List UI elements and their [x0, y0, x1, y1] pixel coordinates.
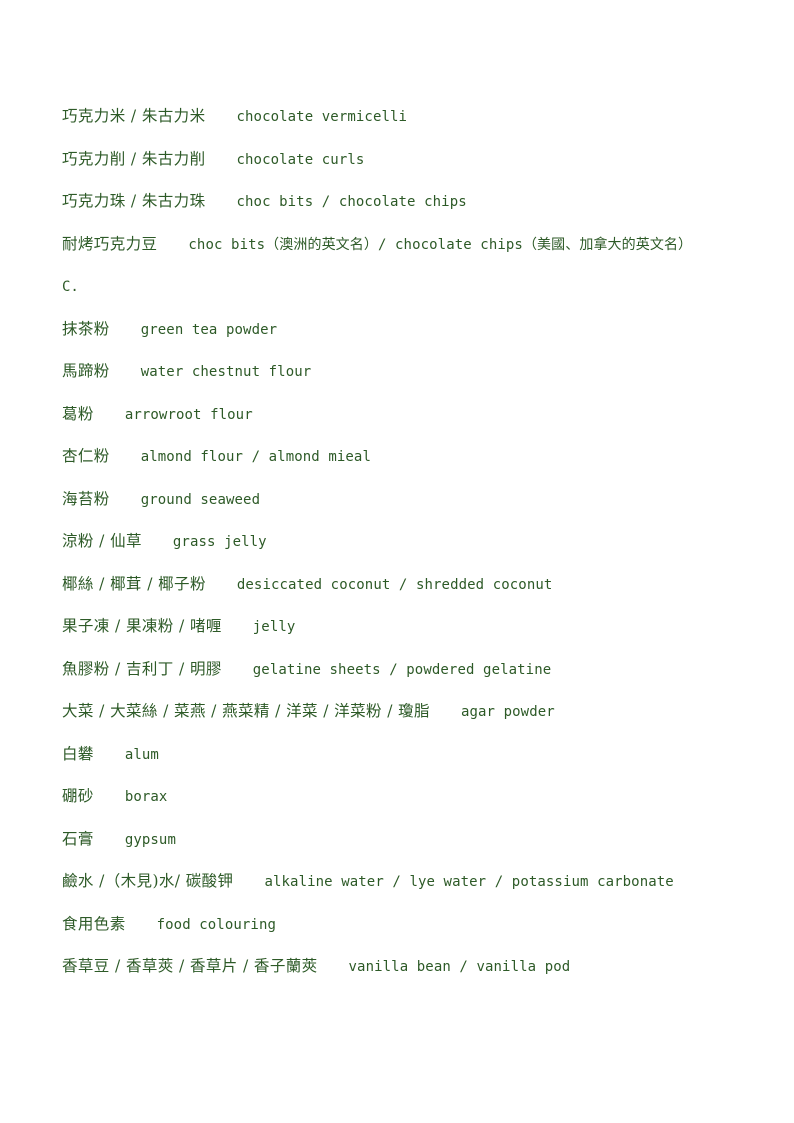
entry-gloss: gypsum [124, 831, 176, 848]
glossary-entry: 椰絲 / 椰茸 / 椰子粉 desiccated coconut / shred… [62, 564, 752, 607]
glossary-entry: 海苔粉 ground seaweed [62, 479, 752, 522]
glossary-entry: 杏仁粉 almond flour / almond mieal [62, 436, 752, 479]
entry-gloss: borax [124, 789, 168, 805]
entry-term: 巧克力削 / 朱古力削 [62, 149, 206, 168]
glossary-entry: 巧克力削 / 朱古力削 chocolate curls [62, 139, 752, 182]
entry-term: 杏仁粉 [62, 447, 110, 465]
column-gap [205, 96, 236, 138]
entry-gloss: almond flour / almond mieal [140, 449, 371, 465]
entry-term: 硼砂 [62, 787, 94, 805]
entry-gloss: alkaline water / lye water / potassium c… [264, 874, 674, 890]
entry-gloss: ground seaweed [140, 491, 261, 508]
column-gap [206, 564, 237, 606]
column-gap [94, 734, 125, 776]
entry-term: 香草豆 / 香草莢 / 香草片 / 香子蘭莢 [62, 957, 318, 975]
entry-gloss: water chestnut flour [140, 364, 312, 380]
column-gap [94, 394, 125, 436]
entry-gloss: grass jelly [172, 534, 267, 550]
column-gap [222, 606, 253, 648]
glossary-entry: 果子凍 / 果凍粉 / 啫喱 jelly [62, 606, 752, 649]
entry-gloss: arrowroot flour [124, 406, 253, 423]
entry-gloss: alum [124, 746, 159, 763]
entry-term: C. [62, 279, 79, 295]
entry-term: 果子凍 / 果凍粉 / 啫喱 [62, 617, 222, 635]
glossary-entry: 巧克力米 / 朱古力米 chocolate vermicelli [62, 96, 752, 139]
glossary-entry: 石膏 gypsum [62, 819, 752, 862]
entry-term: 白礬 [62, 744, 94, 763]
glossary-entry: 香草豆 / 香草莢 / 香草片 / 香子蘭莢 vanilla bean / va… [62, 946, 752, 989]
entry-gloss: food colouring [156, 916, 277, 933]
section-marker: C. [62, 266, 752, 309]
glossary-entry: 葛粉 arrowroot flour [62, 394, 752, 437]
glossary-entry: 硼砂 borax [62, 776, 752, 819]
entry-term: 大菜 / 大菜絲 / 菜燕 / 燕菜精 / 洋菜 / 洋菜粉 / 瓊脂 [62, 702, 430, 720]
entry-gloss: desiccated coconut / shredded coconut [236, 576, 553, 593]
glossary-entry: 大菜 / 大菜絲 / 菜燕 / 燕菜精 / 洋菜 / 洋菜粉 / 瓊脂 agar… [62, 691, 752, 734]
entry-term: 葛粉 [62, 404, 94, 423]
entry-gloss: jelly [252, 619, 296, 635]
entry-term: 耐烤巧克力豆 [62, 234, 158, 253]
entry-term: 石膏 [62, 829, 94, 848]
column-gap [94, 776, 125, 818]
entry-term: 巧克力珠 / 朱古力珠 [62, 192, 206, 210]
glossary-entry: 鹼水 /（木見)水/ 碳酸钾 alkaline water / lye wate… [62, 861, 752, 904]
column-gap [142, 521, 173, 563]
document-page: 巧克力米 / 朱古力米 chocolate vermicelli 巧克力削 / 朱… [0, 0, 794, 1123]
entry-gloss: agar powder [460, 704, 555, 720]
glossary-entry: 白礬 alum [62, 734, 752, 777]
entry-term: 椰絲 / 椰茸 / 椰子粉 [62, 574, 206, 593]
glossary-entry: 抹茶粉 green tea powder [62, 309, 752, 352]
entry-term: 抹茶粉 [62, 319, 110, 338]
glossary-entry: 巧克力珠 / 朱古力珠 choc bits / chocolate chips [62, 181, 752, 224]
column-gap [110, 436, 141, 478]
entry-gloss: choc bits / chocolate chips [236, 194, 467, 210]
glossary-entry: 食用色素 food colouring [62, 904, 752, 947]
entry-term: 巧克力米 / 朱古力米 [62, 107, 206, 125]
entry-gloss: chocolate curls [236, 151, 365, 168]
column-gap [318, 946, 349, 988]
entry-gloss: choc bits（澳洲的英文名）/ chocolate chips（美國、加拿… [188, 236, 693, 253]
entry-gloss: gelatine sheets / powdered gelatine [252, 661, 552, 678]
entry-gloss: green tea powder [140, 321, 278, 338]
column-gap [157, 224, 188, 266]
entry-term: 海苔粉 [62, 489, 110, 508]
glossary-entry: 涼粉 / 仙草 grass jelly [62, 521, 752, 564]
glossary-entry: 耐烤巧克力豆 choc bits（澳洲的英文名）/ chocolate chip… [62, 224, 752, 267]
entry-term: 鹼水 /（木見)水/ 碳酸钾 [62, 872, 234, 890]
entry-gloss: chocolate vermicelli [236, 109, 408, 125]
glossary-entry: 魚膠粉 / 吉利丁 / 明膠 gelatine sheets / powdere… [62, 649, 752, 692]
column-gap [94, 819, 125, 861]
column-gap [222, 649, 253, 691]
entry-term: 馬蹄粉 [62, 362, 110, 380]
column-gap [430, 691, 461, 733]
entry-term: 涼粉 / 仙草 [62, 532, 142, 550]
column-gap [110, 479, 141, 521]
entry-gloss: vanilla bean / vanilla pod [348, 959, 571, 975]
glossary-entry: 馬蹄粉 water chestnut flour [62, 351, 752, 394]
column-gap [233, 861, 264, 903]
column-gap [205, 139, 236, 181]
entry-term: 魚膠粉 / 吉利丁 / 明膠 [62, 659, 222, 678]
column-gap [126, 904, 157, 946]
column-gap [110, 351, 141, 393]
column-gap [205, 181, 236, 223]
glossary-list: 巧克力米 / 朱古力米 chocolate vermicelli 巧克力削 / 朱… [62, 96, 752, 989]
column-gap [110, 309, 141, 351]
entry-term: 食用色素 [62, 914, 126, 933]
